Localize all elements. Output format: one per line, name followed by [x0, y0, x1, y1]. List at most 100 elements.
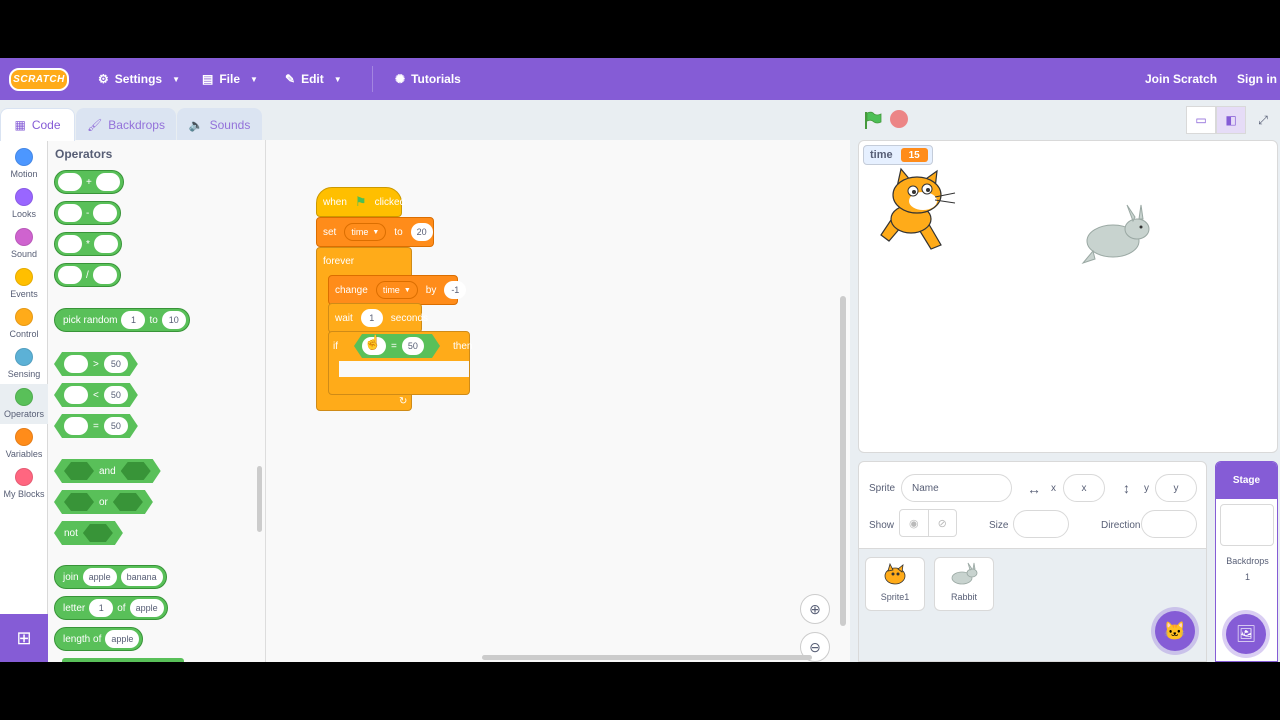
fullscreen-button[interactable]: ⤢	[1248, 106, 1278, 134]
tab-code[interactable]: ▦ Code	[0, 108, 75, 141]
category-operators[interactable]: Operators	[0, 384, 48, 424]
category-looks[interactable]: Looks	[0, 184, 48, 224]
block-equals[interactable]: = 50	[54, 414, 138, 438]
paintbrush-icon: 🖌	[87, 117, 103, 132]
number-input[interactable]: 1	[360, 309, 383, 327]
category-control[interactable]: Control	[0, 304, 48, 344]
add-extension-button[interactable]: ⊞	[0, 614, 48, 662]
input-slot[interactable]: 50	[104, 386, 128, 404]
x-input[interactable]: x	[1063, 474, 1105, 502]
block-less-than[interactable]: <50	[54, 383, 138, 407]
show-eye-icon[interactable]: ◉	[900, 510, 929, 536]
stage-canvas[interactable]: time 15	[858, 140, 1278, 453]
input-slot[interactable]	[92, 266, 117, 284]
direction-input[interactable]	[1141, 510, 1197, 538]
block-length-of[interactable]: length of apple	[54, 627, 144, 651]
input-slot[interactable]	[95, 173, 120, 191]
input-slot[interactable]: 10	[161, 311, 186, 329]
number-input[interactable]: 20	[410, 223, 433, 241]
input-slot[interactable]	[64, 386, 88, 404]
sound-dot-icon	[15, 228, 33, 246]
sprite-tile-rabbit[interactable]: Rabbit	[934, 557, 994, 611]
script-workspace[interactable]: when ⚑ clicked set time ▼ to 20 forever ↻…	[266, 140, 850, 662]
when-flag-clicked-block[interactable]: when ⚑ clicked	[316, 187, 405, 217]
variable-monitor[interactable]: time 15	[863, 145, 933, 165]
boolean-slot[interactable]	[121, 462, 151, 480]
input-slot[interactable]: apple	[129, 599, 164, 617]
choose-sprite-button[interactable]: 🐱	[1155, 611, 1195, 651]
stage-selector[interactable]: Stage Backdrops 1 🖼	[1215, 461, 1278, 662]
palette-scrollbar[interactable]	[257, 466, 262, 532]
sprite-tile-sprite1[interactable]: Sprite1	[865, 557, 925, 611]
block-pick-random[interactable]: pick random 1 to 10	[54, 308, 190, 332]
category-my-blocks[interactable]: My Blocks	[0, 464, 48, 504]
category-sound[interactable]: Sound	[0, 224, 48, 264]
input-slot[interactable]	[58, 266, 82, 284]
input-slot[interactable]: 1	[121, 311, 146, 329]
input-slot[interactable]: apple	[105, 630, 140, 648]
sign-in-link[interactable]: Sign in	[1237, 58, 1277, 100]
input-slot[interactable]	[58, 204, 82, 222]
category-variables[interactable]: Variables	[0, 424, 48, 464]
zoom-in-button[interactable]: ⊕	[800, 594, 830, 624]
tab-sounds[interactable]: 🔈 Sounds	[177, 108, 262, 140]
rabbit-sprite[interactable]	[1079, 203, 1153, 269]
small-stage-button[interactable]: ▭	[1186, 106, 1216, 134]
green-flag-button[interactable]	[862, 110, 882, 130]
variable-dropdown[interactable]: time ▼	[375, 281, 418, 299]
block-subtract[interactable]: -	[54, 201, 122, 225]
input-slot[interactable]: banana	[120, 568, 163, 586]
y-input[interactable]: y	[1155, 474, 1197, 502]
input-slot[interactable]: 50	[104, 417, 128, 435]
number-input[interactable]: 50	[402, 337, 424, 355]
change-variable-block[interactable]: change time ▼ by -1	[328, 275, 467, 305]
boolean-slot[interactable]	[64, 462, 94, 480]
block-greater-than[interactable]: >50	[54, 352, 138, 376]
category-motion[interactable]: Motion	[0, 144, 48, 184]
tab-backdrops[interactable]: 🖌 Backdrops	[76, 108, 176, 140]
block-letter-of[interactable]: letter 1 of apple	[54, 596, 168, 620]
boolean-slot[interactable]	[64, 493, 94, 511]
cat-sprite[interactable]	[871, 165, 957, 257]
number-input[interactable]: -1	[444, 281, 467, 299]
file-menu[interactable]: ▤ File ▼	[202, 58, 258, 100]
block-or[interactable]: or	[54, 490, 153, 514]
input-slot[interactable]	[93, 235, 118, 253]
input-slot[interactable]	[58, 173, 82, 191]
input-slot[interactable]	[64, 355, 88, 373]
workspace-horizontal-scrollbar[interactable]	[482, 655, 812, 660]
scratch-editor: SCRATCH ⚙ Settings ▼ ▤ File ▼ ✎ Edit ▼ ✺…	[0, 58, 1280, 662]
input-slot[interactable]: 1	[89, 599, 114, 617]
block-add[interactable]: +	[54, 170, 124, 194]
edit-menu[interactable]: ✎ Edit ▼	[285, 58, 342, 100]
workspace-vertical-scrollbar[interactable]	[840, 296, 846, 626]
scratch-logo[interactable]: SCRATCH	[9, 68, 69, 91]
input-slot[interactable]	[93, 204, 118, 222]
input-slot[interactable]: 50	[104, 355, 128, 373]
block-and[interactable]: and	[54, 459, 161, 483]
size-input[interactable]	[1013, 510, 1069, 538]
hide-eye-icon[interactable]: ⊘	[929, 510, 957, 536]
settings-menu[interactable]: ⚙ Settings ▼	[98, 58, 180, 100]
set-variable-block[interactable]: set time ▼ to 20	[316, 217, 434, 247]
category-sensing[interactable]: Sensing	[0, 344, 48, 384]
category-events[interactable]: Events	[0, 264, 48, 304]
input-slot[interactable]	[58, 235, 82, 253]
block-not[interactable]: not	[54, 521, 123, 545]
boolean-slot[interactable]	[113, 493, 143, 511]
block-divide[interactable]: /	[54, 263, 121, 287]
sprite-name-input[interactable]: Name	[901, 474, 1012, 502]
choose-backdrop-button[interactable]: 🖼	[1226, 614, 1266, 654]
input-slot[interactable]: apple	[82, 568, 117, 586]
stop-button[interactable]	[890, 110, 908, 128]
block-join[interactable]: join apple banana	[54, 565, 167, 589]
block-label: when	[323, 196, 347, 208]
tutorials-menu[interactable]: ✺ Tutorials	[395, 58, 461, 100]
input-slot[interactable]	[64, 417, 88, 435]
wait-block[interactable]: wait 1 seconds	[328, 303, 428, 333]
block-multiply[interactable]: *	[54, 232, 122, 256]
boolean-slot[interactable]	[83, 524, 113, 542]
join-scratch-link[interactable]: Join Scratch	[1145, 58, 1217, 100]
large-stage-button[interactable]: ◧	[1216, 106, 1246, 134]
variable-dropdown[interactable]: time ▼	[344, 223, 387, 241]
